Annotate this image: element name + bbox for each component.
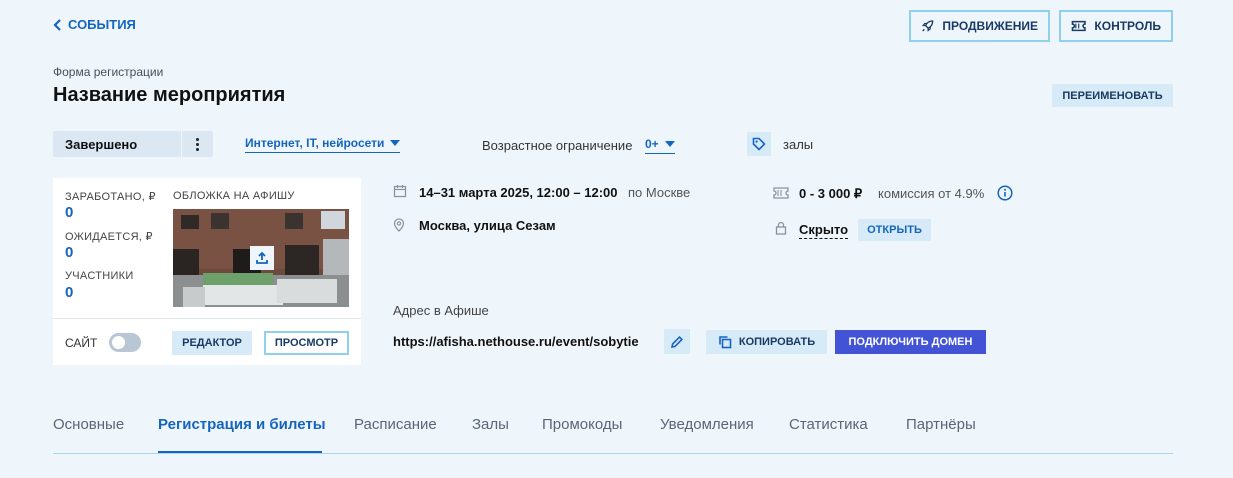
earned-value: 0: [65, 204, 74, 221]
control-label: КОНТРОЛЬ: [1094, 19, 1161, 33]
ticket-price: 0 - 3 000 ₽: [799, 186, 863, 201]
caret-down-icon: [390, 140, 401, 146]
location-pin-icon: [392, 218, 406, 237]
tag-icon: [752, 137, 766, 151]
upload-cover-button[interactable]: [250, 246, 274, 270]
age-restriction-value: 0+: [645, 137, 659, 151]
pencil-icon: [670, 335, 684, 348]
cover-label: ОБЛОЖКА НА АФИШУ: [173, 190, 295, 202]
event-timezone: по Москве: [628, 185, 691, 200]
upload-icon: [256, 251, 268, 264]
ticket-icon: [773, 186, 789, 205]
lock-icon: [774, 221, 788, 240]
event-place: Москва, улица Сезам: [419, 218, 556, 233]
info-icon[interactable]: [997, 185, 1013, 201]
tab-halls[interactable]: Залы: [472, 416, 509, 433]
open-button[interactable]: ОТКРЫТЬ: [858, 219, 931, 241]
rename-button[interactable]: ПЕРЕИМЕНОВАТЬ: [1052, 84, 1173, 107]
promotion-button[interactable]: ПРОДВИЖЕНИЕ: [909, 10, 1050, 42]
site-label: САЙТ: [65, 336, 98, 350]
ticket-icon: [1071, 20, 1086, 32]
event-url: https://afisha.nethouse.ru/event/sobytie: [393, 334, 639, 349]
toggle-knob: [112, 336, 125, 349]
copy-button[interactable]: КОПИРОВАТЬ: [706, 330, 827, 354]
preview-button[interactable]: ПРОСМОТР: [264, 331, 349, 355]
copy-icon: [719, 336, 732, 349]
tab-statistics[interactable]: Статистика: [789, 416, 868, 433]
chevron-left-icon: [53, 18, 61, 31]
status-label: Завершено: [65, 136, 138, 152]
tab-main[interactable]: Основные: [53, 416, 124, 433]
commission-text: комиссия от 4.9%: [878, 186, 985, 201]
event-tabs: Основные Регистрация и билеты Расписание…: [53, 408, 1173, 454]
tag-button[interactable]: [747, 132, 771, 156]
editor-button[interactable]: РЕДАКТОР: [172, 331, 252, 355]
tab-notifications[interactable]: Уведомления: [660, 416, 754, 433]
active-tab-indicator: [158, 451, 322, 453]
tab-promocodes[interactable]: Промокоды: [542, 416, 622, 433]
connect-domain-button[interactable]: ПОДКЛЮЧИТЬ ДОМЕН: [835, 330, 986, 354]
expected-value: 0: [65, 244, 74, 261]
visibility-status[interactable]: Скрыто: [799, 222, 849, 239]
site-toggle[interactable]: [109, 333, 141, 352]
age-restriction-label: Возрастное ограничение: [482, 138, 633, 153]
event-date: 14–31 марта 2025, 12:00 – 12:00: [419, 185, 618, 200]
copy-label: КОПИРОВАТЬ: [738, 336, 816, 348]
expected-label: ОЖИДАЕТСЯ, ₽: [65, 231, 153, 243]
control-button[interactable]: КОНТРОЛЬ: [1059, 10, 1173, 42]
more-vertical-icon: [196, 137, 199, 151]
category-value: Интернет, IT, нейросети: [245, 136, 385, 150]
back-to-events-link[interactable]: СОБЫТИЯ: [53, 17, 136, 32]
form-label: Форма регистрации: [53, 65, 164, 79]
tab-registration[interactable]: Регистрация и билеты: [158, 416, 326, 433]
rocket-icon: [921, 20, 934, 32]
status-selector[interactable]: Завершено: [53, 131, 213, 157]
age-restriction-dropdown[interactable]: 0+: [645, 137, 675, 154]
address-label: Адрес в Афише: [393, 303, 489, 318]
calendar-icon: [393, 184, 407, 203]
participants-label: УЧАСТНИКИ: [65, 270, 134, 282]
tab-partners[interactable]: Партнёры: [906, 416, 976, 433]
status-menu-button[interactable]: [181, 131, 213, 157]
edit-url-button[interactable]: [664, 329, 690, 354]
participants-value: 0: [65, 284, 74, 301]
page-title: Название мероприятия: [53, 84, 286, 106]
category-dropdown[interactable]: Интернет, IT, нейросети: [245, 136, 401, 153]
back-label: СОБЫТИЯ: [68, 17, 136, 32]
tab-schedule[interactable]: Расписание: [354, 416, 437, 433]
event-summary-card: ЗАРАБОТАНО, ₽ 0 ОЖИДАЕТСЯ, ₽ 0 УЧАСТНИКИ…: [53, 178, 361, 365]
tag-text: залы: [783, 137, 814, 152]
caret-down-icon: [664, 141, 675, 147]
earned-label: ЗАРАБОТАНО, ₽: [65, 191, 156, 203]
cover-image[interactable]: [173, 209, 349, 307]
promotion-label: ПРОДВИЖЕНИЕ: [942, 19, 1038, 33]
card-divider: [53, 318, 361, 319]
